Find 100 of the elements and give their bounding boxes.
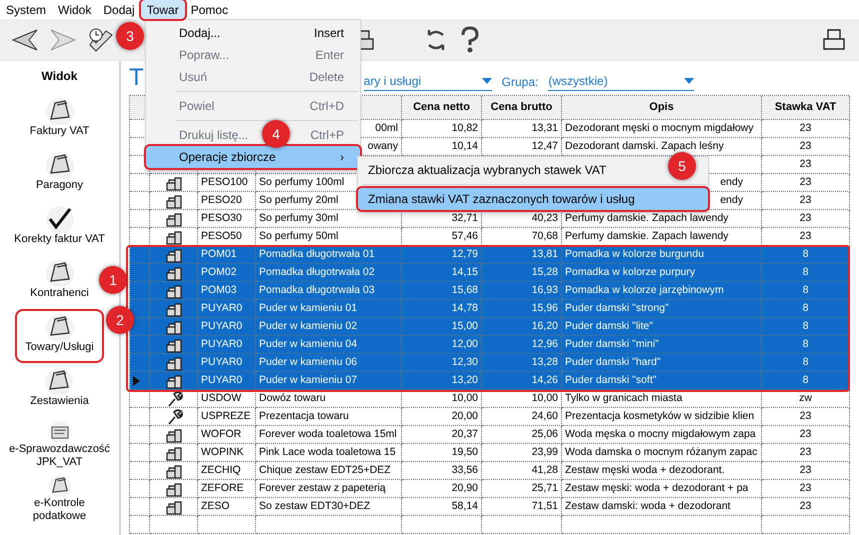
table-cell: 8 — [802, 338, 808, 350]
table-cell: 20,90 — [452, 482, 478, 494]
table-cell: Prezentacja kosmetyków w sidzibie klien — [565, 410, 754, 422]
table-cell: 15,68 — [452, 284, 478, 296]
table-cell: PESO50 — [201, 230, 242, 242]
table-cell: Pomadka w kolorze burgundu — [565, 248, 704, 260]
table-cell: owany — [368, 140, 398, 152]
table-cell: 12,96 — [532, 338, 558, 350]
table-cell: ZEFORE — [201, 482, 244, 494]
table-cell: So zestaw EDT30+DEZ — [259, 500, 370, 512]
table-cell: USPREZE — [201, 410, 251, 422]
table-cell: 23 — [800, 464, 812, 476]
table-cell: 15,96 — [532, 302, 558, 314]
table-cell: 13,20 — [452, 374, 478, 386]
table-cell: WOPINK — [201, 446, 244, 458]
table-cell: PUYAR0 — [201, 320, 242, 332]
sidebar-title: Widok — [42, 68, 78, 85]
table-cell: Pomadka długotrwała 03 — [259, 284, 375, 296]
table-cell: Zestaw męski: woda + dezodorant + pa — [565, 482, 748, 494]
table-cell: Chique zestaw EDT25+DEZ — [259, 464, 391, 476]
table-cell: 23 — [800, 482, 812, 494]
table-cell: 10,14 — [452, 140, 478, 152]
table-cell: 8 — [802, 356, 808, 368]
table-cell: PUYAR0 — [201, 374, 242, 386]
table-cell: 23 — [800, 428, 812, 440]
table-cell: PESO20 — [201, 194, 242, 206]
table-cell: WOFOR — [201, 428, 242, 440]
table-cell: 23 — [800, 194, 812, 206]
table-cell: POM01 — [201, 248, 237, 260]
table-cell: 41,28 — [532, 464, 558, 476]
table-cell: 13,31 — [532, 122, 558, 134]
table-cell: endy — [720, 176, 743, 188]
table-cell: USDOW — [201, 392, 242, 404]
table-cell: Puder w kamieniu 01 — [259, 302, 358, 314]
table-cell: ZESO — [201, 500, 230, 512]
table-cell: Tylko w granicach miasta — [565, 392, 682, 404]
table-cell: Puder w kamieniu 04 — [259, 338, 358, 350]
table-cell: Puder w kamieniu 02 — [259, 320, 358, 332]
table-cell: 23 — [800, 410, 812, 422]
table-cell: PUYAR0 — [201, 338, 242, 350]
table-cell: PUYAR0 — [201, 356, 242, 368]
table-cell: Pomadka w kolorze jarzębinowym — [565, 284, 724, 296]
table-cell: Zestaw damski: woda + dezodorant — [565, 500, 730, 512]
table-cell: 58,14 — [452, 500, 478, 512]
table-cell: 23 — [800, 230, 812, 242]
table-cell: So perfumy 100ml — [259, 176, 344, 188]
table-cell: 70,68 — [532, 230, 558, 242]
table-cell: zw — [799, 392, 812, 404]
table-cell: 13,28 — [532, 356, 558, 368]
table-cell: Woda damska o mocnym różanym zapac — [565, 446, 758, 458]
table-cell: Puder w kamieniu 06 — [259, 356, 358, 368]
table-cell: 20,00 — [452, 410, 478, 422]
table-cell: 23 — [800, 446, 812, 458]
table-cell: 8 — [802, 374, 808, 386]
table-cell: 23 — [800, 212, 812, 224]
table-cell: 14,15 — [452, 266, 478, 278]
table-cell: 10,82 — [452, 122, 478, 134]
table-cell: 13,81 — [532, 248, 558, 260]
table-cell: 23,99 — [532, 446, 558, 458]
table-cell: 8 — [802, 320, 808, 332]
table-cell: 32,71 — [452, 212, 478, 224]
table-cell: Puder damski "soft" — [565, 374, 656, 386]
table-cell: Perfumy damskie. Zapach lawendy — [565, 230, 728, 242]
table-cell: 16,20 — [532, 320, 558, 332]
table-cell: POM02 — [201, 266, 237, 278]
step-badge: 1 — [99, 266, 127, 294]
table-cell: 57,46 — [452, 230, 478, 242]
table-cell: Dowóz towaru — [259, 392, 326, 404]
table-cell: 8 — [802, 284, 808, 296]
table-cell: So perfumy 50ml — [259, 230, 338, 242]
table-cell: 23 — [800, 158, 812, 170]
table-cell: Pink Lace woda toaletowa 15 — [259, 446, 396, 458]
table-cell: 8 — [802, 248, 808, 260]
table-cell: 8 — [802, 302, 808, 314]
table-cell: Zestaw męski woda + dezodorant. — [565, 464, 725, 476]
table-cell: Dezodorant damski. Zapach leśny — [565, 140, 724, 152]
table-cell: 25,71 — [532, 482, 558, 494]
table-cell: 12,79 — [452, 248, 478, 260]
step-badge: 2 — [106, 306, 134, 334]
table-cell: 23 — [800, 500, 812, 512]
table-cell: 23 — [800, 122, 812, 134]
table-cell: Puder damski "mini" — [565, 338, 659, 350]
table-cell: 71,51 — [532, 500, 558, 512]
table-cell: PUYAR0 — [201, 302, 242, 314]
table-cell: Puder damski "lite" — [565, 320, 653, 332]
table-cell: 12,00 — [452, 338, 478, 350]
table-cell: Pomadka długotrwała 02 — [259, 266, 375, 278]
table-cell: 15,00 — [452, 320, 478, 332]
group-label: Grupa: — [502, 74, 538, 91]
table-cell: 16,93 — [532, 284, 558, 296]
table-cell: Pomadka długotrwała 01 — [259, 248, 375, 260]
table-cell: 8 — [802, 266, 808, 278]
table-cell: 15,28 — [532, 266, 558, 278]
table-cell: 33,56 — [452, 464, 478, 476]
view-title: T — [129, 65, 144, 91]
table-cell: So perfumy 30ml — [259, 212, 338, 224]
table-cell: 19,50 — [452, 446, 478, 458]
table-cell: Perfumy damskie. Zapach lawendy — [565, 212, 728, 224]
table-cell: 20,37 — [452, 428, 478, 440]
table-cell: 10,00 — [452, 392, 478, 404]
